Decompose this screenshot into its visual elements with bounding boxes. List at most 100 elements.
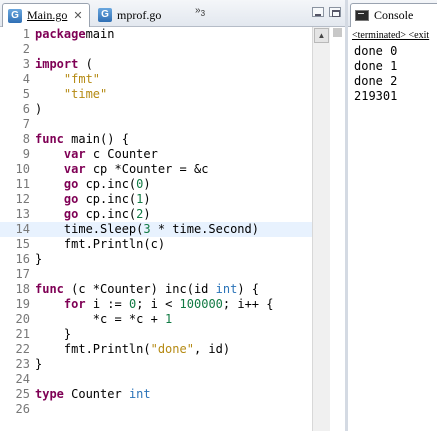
- code-text: func main() {: [35, 132, 129, 147]
- code-token: }: [35, 357, 43, 371]
- line-number: 9: [22, 147, 30, 161]
- tab-console[interactable]: Console: [350, 3, 437, 27]
- code-line[interactable]: 26: [0, 402, 312, 417]
- code-token: go: [63, 192, 79, 206]
- code-line[interactable]: 2: [0, 42, 312, 57]
- editor-pane: G Main.go ✕ G mprof.go »3 1 packagemain 2 3…: [0, 0, 345, 431]
- code-text: "fmt": [35, 72, 100, 87]
- code-line[interactable]: 11 go cp.inc(0): [0, 177, 312, 192]
- code-line[interactable]: 12 go cp.inc(1): [0, 192, 312, 207]
- code-line[interactable]: 23}: [0, 357, 312, 372]
- vertical-scrollbar[interactable]: ▲: [312, 27, 330, 431]
- scroll-up-icon[interactable]: ▲: [314, 28, 329, 43]
- console-pane: Console <terminated> <exit done 0 done 1d…: [348, 0, 437, 431]
- console-output-line: done 2: [354, 74, 398, 88]
- code-token: fmt.Println(: [35, 342, 151, 356]
- code-text: var cp *Counter = &c: [35, 162, 209, 177]
- line-number: 7: [22, 117, 30, 131]
- close-icon[interactable]: ✕: [73, 10, 82, 22]
- line-number: 21: [15, 327, 30, 341]
- tab-main-go[interactable]: G Main.go ✕: [2, 3, 90, 27]
- go-file-icon: G: [98, 8, 112, 22]
- code-text: var c Counter: [35, 147, 158, 162]
- code-token: ): [143, 207, 151, 221]
- code-token: cp *Counter = &c: [85, 162, 209, 176]
- code-line[interactable]: 7: [0, 117, 312, 132]
- tab-label: Main.go: [27, 8, 68, 22]
- code-line[interactable]: 20 *c = *c + 1: [0, 312, 312, 327]
- line-number: 23: [15, 357, 30, 371]
- console-tab-label: Console: [374, 8, 414, 22]
- code-line[interactable]: 17: [0, 267, 312, 282]
- overview-ruler-marker[interactable]: [333, 28, 342, 37]
- tab-overflow-button[interactable]: »3: [195, 5, 205, 18]
- code-token: "fmt": [63, 72, 101, 86]
- code-token: cp.inc(: [78, 177, 137, 191]
- code-line[interactable]: 3 import (: [0, 57, 312, 72]
- line-number: 10: [15, 162, 30, 176]
- overview-ruler: [330, 27, 345, 431]
- code-editor[interactable]: 1 packagemain 2 3 import (4 "fmt" 5 "time" 6) 7…: [0, 27, 312, 431]
- code-token: 100000: [179, 297, 223, 311]
- code-text: go cp.inc(0): [35, 177, 151, 192]
- editor-window-controls: [312, 7, 341, 17]
- line-number: 8: [22, 132, 30, 146]
- code-line[interactable]: 6): [0, 102, 312, 117]
- code-line[interactable]: 13 go cp.inc(2): [0, 207, 312, 222]
- line-number: 20: [15, 312, 30, 326]
- code-line[interactable]: 22 fmt.Println("done", id): [0, 342, 312, 357]
- code-line[interactable]: 19 for i := 0; i < 100000; i++ {: [0, 297, 312, 312]
- code-line[interactable]: 14 time.Sleep(3 * time.Second): [0, 222, 312, 237]
- overflow-count: 3: [200, 9, 206, 18]
- code-token: * time.Second): [150, 222, 259, 236]
- maximize-icon[interactable]: [329, 7, 341, 17]
- code-line[interactable]: 24: [0, 372, 312, 387]
- code-token: "time": [63, 87, 108, 101]
- code-token: type: [35, 387, 64, 401]
- code-text: }: [35, 252, 42, 267]
- code-token: (: [78, 57, 93, 71]
- tab-mprof-go[interactable]: G mprof.go: [94, 3, 190, 27]
- line-number: 13: [15, 207, 30, 221]
- code-token: main: [85, 27, 115, 41]
- code-line[interactable]: 4 "fmt": [0, 72, 312, 87]
- go-file-icon: G: [8, 8, 22, 23]
- code-text: ): [35, 102, 42, 117]
- code-line[interactable]: 16}: [0, 252, 312, 267]
- code-token: func: [35, 132, 64, 146]
- code-line[interactable]: 1 packagemain: [0, 27, 312, 42]
- code-line[interactable]: 21 }: [0, 327, 312, 342]
- code-token: ): [143, 192, 151, 206]
- code-token: var: [63, 147, 86, 161]
- line-number: 12: [15, 192, 30, 206]
- code-line[interactable]: 18 func (c *Counter) inc(id int) {: [0, 282, 312, 297]
- code-line[interactable]: 5 "time": [0, 87, 312, 102]
- line-number: 18: [15, 282, 30, 296]
- minimize-icon[interactable]: [312, 7, 324, 17]
- line-number: 3: [22, 57, 30, 71]
- code-token: package: [35, 27, 86, 41]
- code-token: go: [63, 207, 79, 221]
- code-text: time.Sleep(3 * time.Second): [35, 222, 259, 237]
- code-line[interactable]: 15 fmt.Println(c): [0, 237, 312, 252]
- code-token: }: [35, 327, 72, 341]
- code-text: func (c *Counter) inc(id int) {: [35, 282, 259, 297]
- code-line[interactable]: 8 func main() {: [0, 132, 312, 147]
- code-token: , id): [193, 342, 231, 356]
- code-line[interactable]: 9 var c Counter: [0, 147, 312, 162]
- code-line[interactable]: 25 type Counter int: [0, 387, 312, 402]
- code-token: }: [35, 252, 43, 266]
- code-token: "done": [150, 342, 194, 356]
- code-token: for: [63, 297, 86, 311]
- code-text: }: [35, 357, 42, 372]
- console-output[interactable]: done 0 done 1 done 2 219301: [354, 44, 397, 104]
- code-token: time.Sleep(: [35, 222, 144, 236]
- code-line[interactable]: 10 var cp *Counter = &c: [0, 162, 312, 177]
- code-token: go: [63, 177, 79, 191]
- code-token: func: [35, 282, 64, 296]
